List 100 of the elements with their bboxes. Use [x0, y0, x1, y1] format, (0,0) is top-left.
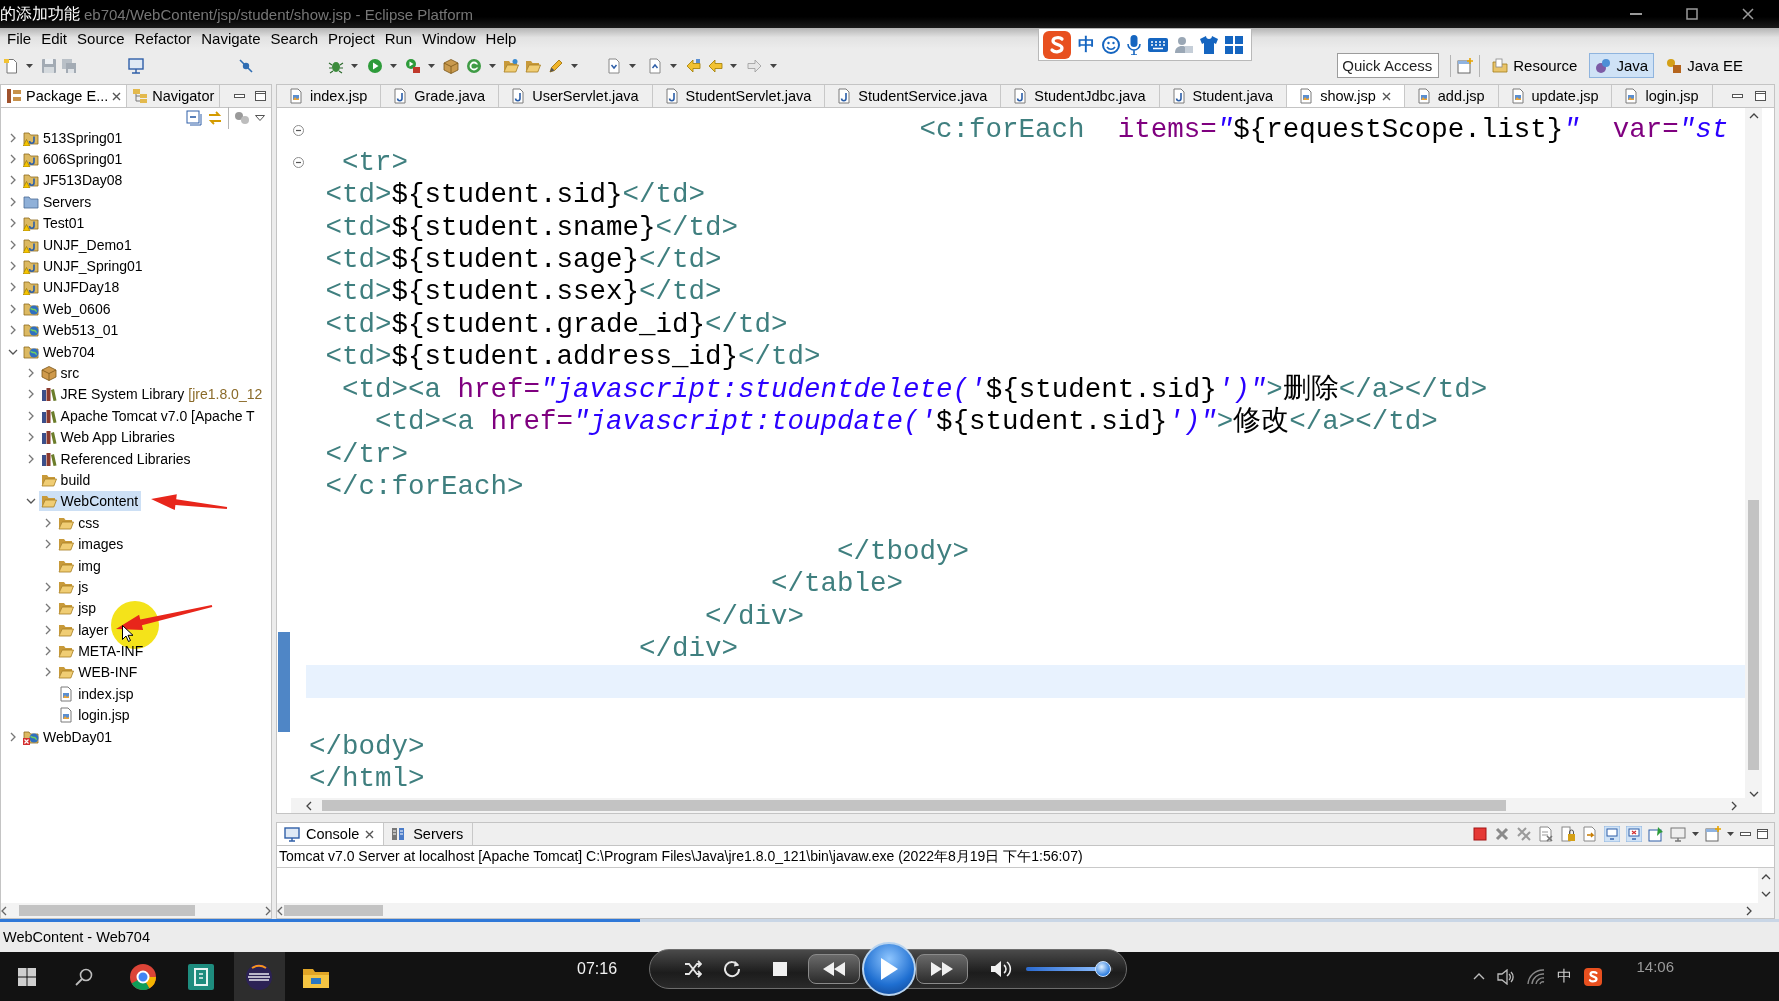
monitor-icon[interactable]: [1604, 826, 1620, 842]
tree-item[interactable]: JF513Day08: [21, 170, 126, 191]
chevron-up-icon[interactable]: [1473, 973, 1486, 980]
chevron-right-icon[interactable]: [45, 624, 52, 635]
menu-item[interactable]: Navigate: [196, 28, 266, 49]
microphone-icon[interactable]: [1127, 34, 1141, 55]
chevron-up-icon[interactable]: [1748, 113, 1759, 119]
video-progress-track[interactable]: [0, 919, 1779, 922]
chevron-right-icon[interactable]: [45, 667, 52, 678]
caret-icon[interactable]: [427, 63, 435, 68]
tree-item[interactable]: UNJF_Demo1: [21, 234, 135, 255]
triangle-down-icon[interactable]: [255, 114, 265, 121]
menu-item[interactable]: Search: [265, 28, 323, 49]
menu-item[interactable]: Run: [379, 28, 418, 49]
chevron-right-icon[interactable]: [45, 646, 52, 657]
editor-tab[interactable]: update.jsp: [1498, 85, 1613, 107]
caret-icon[interactable]: [1727, 832, 1734, 836]
tree-item[interactable]: src: [38, 363, 83, 383]
editor-tab[interactable]: index.jsp: [277, 85, 382, 107]
chevron-right-icon[interactable]: [10, 261, 16, 272]
chevron-right-icon[interactable]: [10, 731, 16, 742]
tree-item[interactable]: css: [56, 512, 103, 533]
chevron-up-icon[interactable]: [1761, 873, 1771, 880]
tree-item[interactable]: layer: [56, 619, 112, 640]
clock[interactable]: 14:06: [1636, 958, 1674, 975]
caret-icon[interactable]: [669, 63, 677, 68]
chevron-right-icon[interactable]: [10, 239, 16, 250]
chevron-right-icon[interactable]: [45, 517, 52, 528]
quick-access-field[interactable]: Quick Access: [1337, 53, 1440, 78]
tree-item[interactable]: 606Spring01: [21, 149, 126, 170]
left-arrow-icon[interactable]: [707, 57, 723, 74]
perspective-button[interactable]: Java: [1589, 53, 1655, 78]
chevron-right-icon[interactable]: [45, 581, 52, 592]
menu-item[interactable]: Project: [323, 28, 380, 49]
editor-tab[interactable]: UserServlet.java: [499, 85, 653, 107]
smiley-icon[interactable]: [1102, 35, 1120, 54]
tree-item[interactable]: js: [56, 576, 92, 597]
editor-tab[interactable]: login.jsp: [1612, 85, 1713, 107]
monitor-cross-icon[interactable]: [1626, 826, 1642, 842]
chevron-right-icon[interactable]: [10, 325, 16, 336]
menu-item[interactable]: Edit: [36, 28, 73, 49]
chevron-right-icon[interactable]: [27, 389, 34, 400]
speaker-icon[interactable]: [1497, 968, 1516, 985]
box-icon[interactable]: [443, 57, 459, 74]
chevron-right-icon[interactable]: [10, 303, 16, 314]
slashed-dot-icon[interactable]: [238, 57, 254, 74]
chevron-right-icon[interactable]: [1746, 905, 1752, 916]
minimize-icon[interactable]: [1740, 832, 1751, 836]
tree-item[interactable]: Test01: [21, 213, 88, 234]
search-icon[interactable]: [75, 967, 93, 986]
caret-icon[interactable]: [570, 63, 578, 68]
editor-tab[interactable]: StudentService.java: [825, 85, 1002, 107]
slider-thumb[interactable]: [1095, 961, 1112, 977]
scrollbar-thumb[interactable]: [284, 905, 383, 916]
tree-item[interactable]: index.jsp: [56, 683, 137, 704]
tree-item[interactable]: images: [56, 534, 127, 555]
logo-icon[interactable]: [1043, 30, 1071, 59]
maximize-icon[interactable]: [1686, 8, 1698, 20]
tree-item[interactable]: Referenced Libraries: [38, 448, 194, 469]
repeat-button[interactable]: [723, 960, 741, 978]
tree-item[interactable]: 513Spring01: [21, 127, 126, 148]
maximize-icon[interactable]: [255, 91, 266, 101]
folder-open-icon[interactable]: [503, 57, 519, 74]
tree-item[interactable]: Web513_01: [21, 320, 122, 341]
windows-logo-icon[interactable]: [18, 967, 36, 986]
stop-icon[interactable]: [1472, 826, 1488, 842]
page-lock-icon[interactable]: [1560, 826, 1576, 842]
circle-c-icon[interactable]: [466, 57, 482, 74]
minimize-icon[interactable]: [234, 94, 245, 98]
chevron-down-icon[interactable]: [25, 498, 36, 505]
wifi-icon[interactable]: [1527, 968, 1546, 985]
pencil-icon[interactable]: [548, 57, 564, 74]
chevron-right-icon[interactable]: [10, 132, 16, 143]
shirt-icon[interactable]: [1200, 35, 1218, 54]
editor-tab[interactable]: add.jsp: [1404, 85, 1499, 107]
scrollbar-thumb[interactable]: [19, 905, 195, 916]
cross-icon[interactable]: [1494, 826, 1510, 842]
tree-item[interactable]: META-INF: [56, 641, 147, 662]
ime-logo-icon[interactable]: [1584, 967, 1603, 986]
caret-icon[interactable]: [1692, 832, 1699, 836]
monitor-icon[interactable]: [1670, 826, 1686, 842]
chevron-right-icon[interactable]: [45, 603, 52, 614]
chevron-right-icon[interactable]: [10, 196, 16, 207]
chevron-left-icon[interactable]: [277, 905, 283, 916]
editor-tab[interactable]: StudentServlet.java: [652, 85, 826, 107]
menu-item[interactable]: File: [2, 28, 37, 49]
caret-icon[interactable]: [25, 63, 33, 68]
chevron-right-icon[interactable]: [10, 175, 16, 186]
chevron-left-icon[interactable]: [306, 800, 312, 811]
caret-icon[interactable]: [389, 63, 397, 68]
tree-item[interactable]: Web_0606: [21, 298, 114, 319]
tree-item[interactable]: Web App Libraries: [38, 427, 178, 448]
chevron-down-icon[interactable]: [1748, 791, 1759, 797]
close-icon[interactable]: [1742, 8, 1754, 20]
scrollbar-thumb[interactable]: [1748, 500, 1759, 770]
chevron-right-icon[interactable]: [45, 539, 52, 550]
minus-circle-icon[interactable]: [293, 124, 304, 136]
tree-item[interactable]: JRE System Library [jre1.8.0_12: [38, 384, 266, 405]
tree-item[interactable]: img: [56, 555, 104, 576]
collapse-icon[interactable]: [186, 109, 202, 126]
